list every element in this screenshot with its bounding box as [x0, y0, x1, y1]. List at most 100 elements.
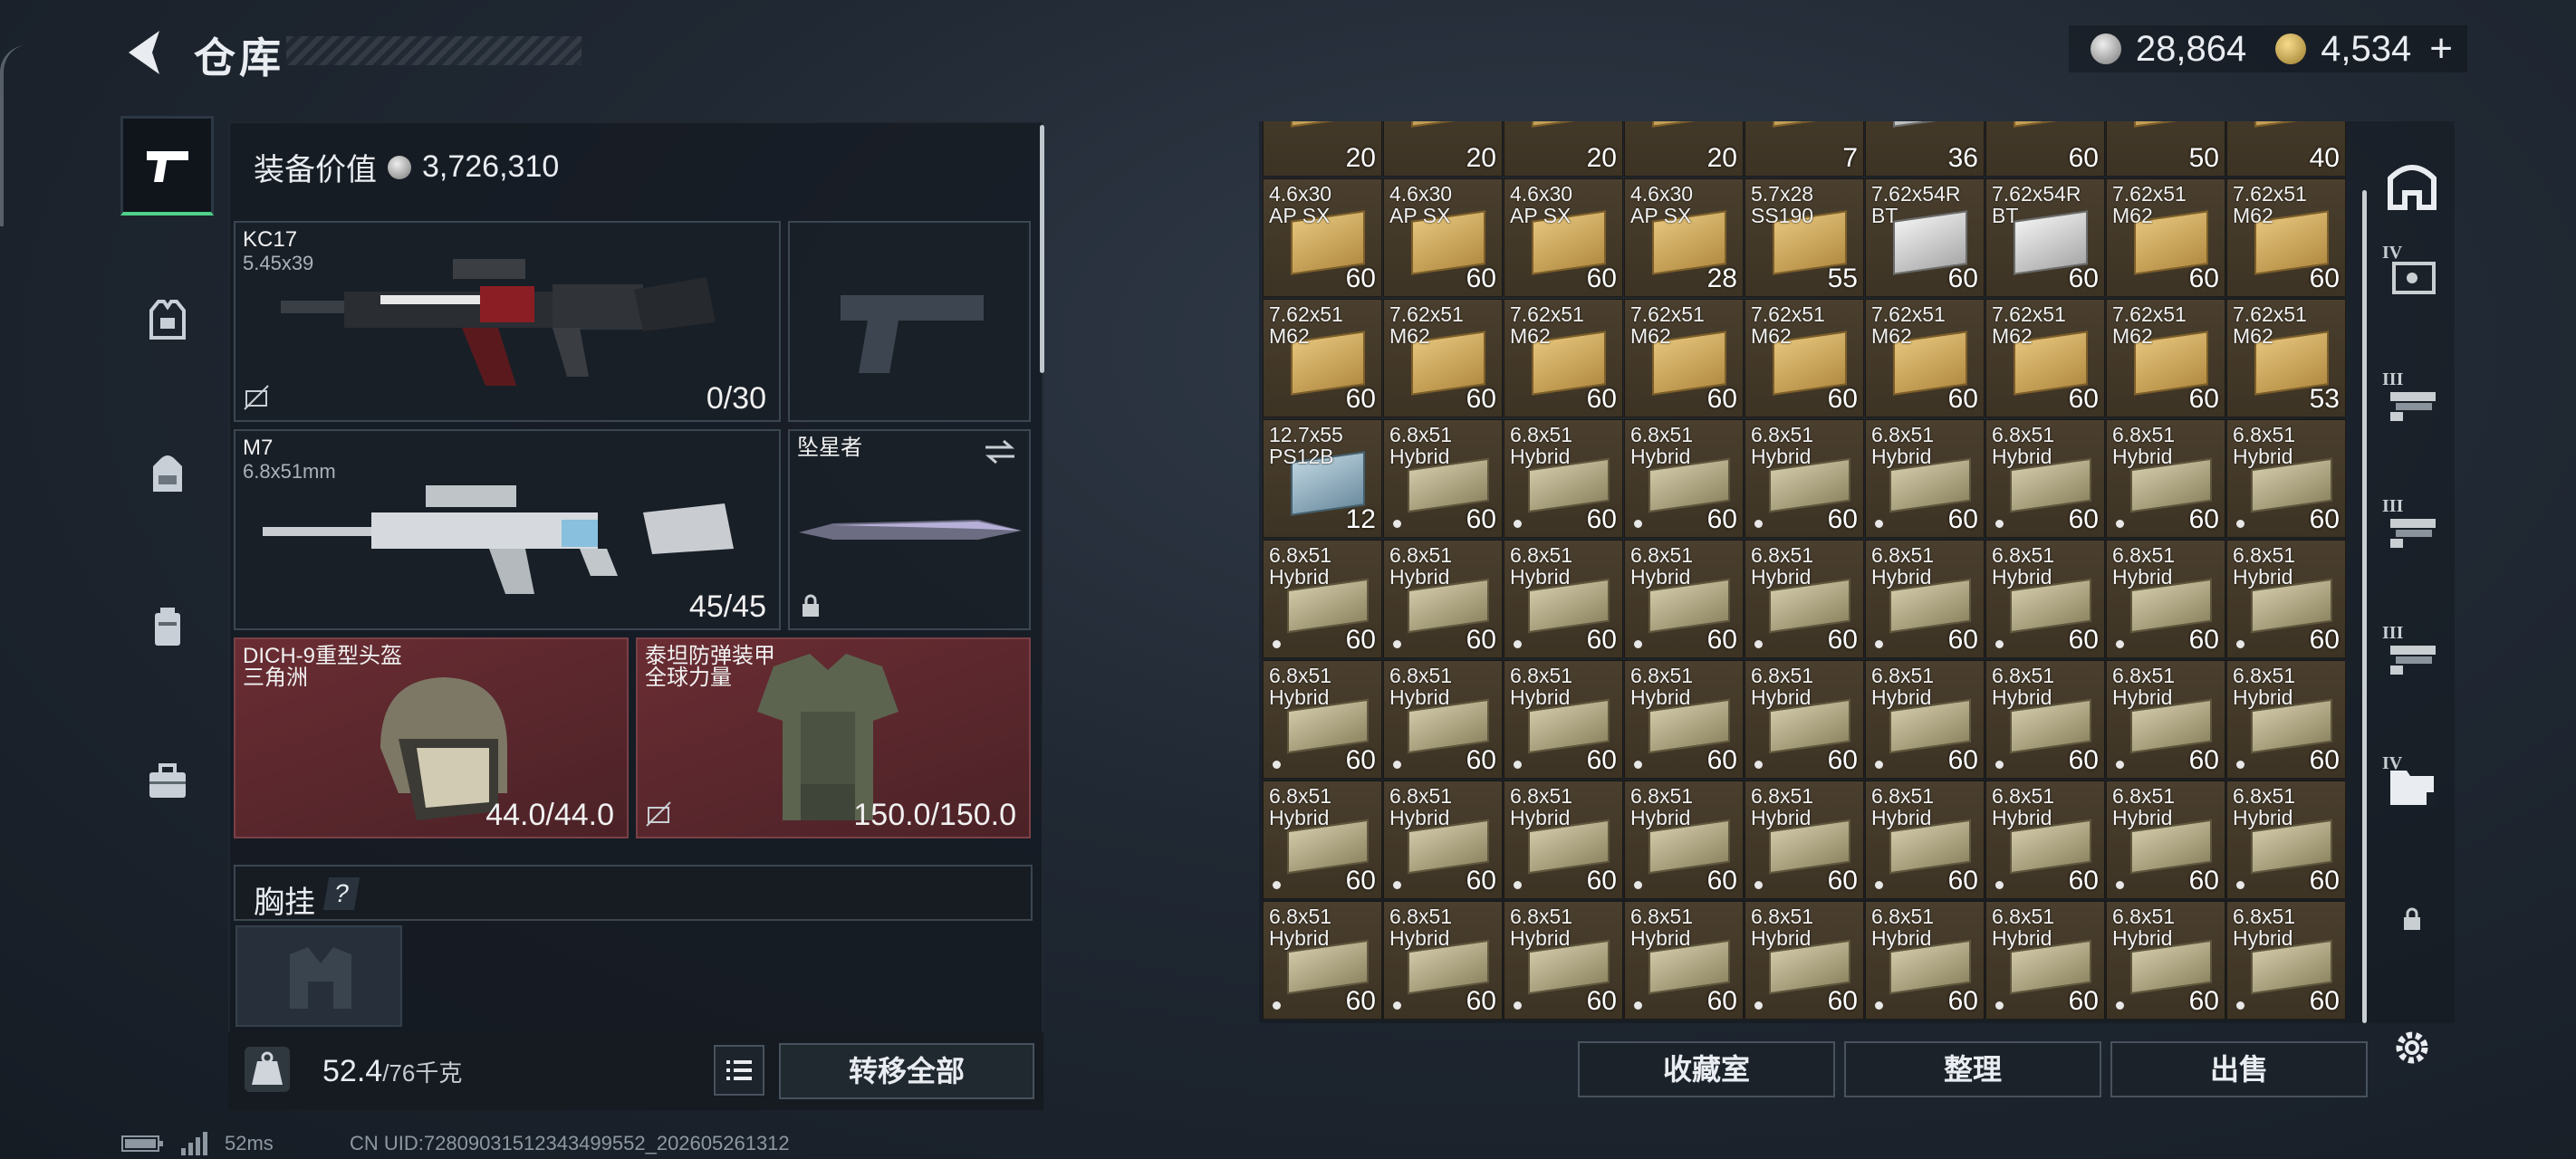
storage-cell[interactable]: 7.62x51 M62 53	[2226, 299, 2346, 417]
storage-tab-5[interactable]: IV	[2380, 753, 2444, 817]
storage-cell[interactable]: 6.8x51 Hybrid 60	[1383, 660, 1503, 779]
secondary-weapon-slot[interactable]: M7 6.8x51mm 45/45	[234, 429, 781, 630]
storage-cell[interactable]: 7.62x51 M62 60	[1745, 299, 1864, 417]
transfer-all-button[interactable]: 转移全部	[779, 1043, 1034, 1099]
storage-cell[interactable]: 6.8x51 Hybrid 60	[1985, 901, 2105, 1020]
storage-cell[interactable]: 6.8x51 Hybrid 60	[1263, 781, 1382, 899]
storage-tab-0[interactable]	[2380, 154, 2444, 217]
chest-rig-slot[interactable]	[235, 925, 402, 1027]
storage-cell[interactable]: 6.8x51 Hybrid 60	[1383, 901, 1503, 1020]
storage-cell[interactable]: 6.8x51 Hybrid 60	[1865, 901, 1985, 1020]
storage-cell[interactable]: 6.8x51 Hybrid 60	[2226, 660, 2346, 779]
melee-slot[interactable]: 坠星者	[788, 429, 1031, 630]
chest-rig-help-button[interactable]: ?	[322, 877, 360, 910]
settings-button[interactable]	[2380, 1016, 2444, 1079]
storage-cell[interactable]: 6.8x51 Hybrid 60	[1865, 781, 1985, 899]
storage-cell[interactable]: 4.6x30 AP SX 60	[1383, 178, 1503, 297]
storage-cell[interactable]: 6.8x51 Hybrid 60	[1383, 540, 1503, 658]
storage-cell[interactable]: 7.62x51 M62 60	[1985, 299, 2105, 417]
storage-cell[interactable]: 7.62x54R BT 60	[1985, 178, 2105, 297]
storage-cell[interactable]: 6.8x51 Hybrid 60	[1985, 781, 2105, 899]
storage-cell[interactable]: 6.8x51 Hybrid 60	[1624, 901, 1744, 1020]
storage-cell[interactable]: 7.62x51 M62 60	[1383, 299, 1503, 417]
storage-cell[interactable]: 7.62x54R BT 60	[1865, 178, 1985, 297]
loadout-scrollbar[interactable]	[1040, 125, 1044, 373]
storage-cell[interactable]: 6.8x51 Hybrid 60	[1745, 901, 1864, 1020]
storage-cell[interactable]: 20	[1504, 121, 1623, 177]
storage-cell[interactable]: 6.8x51 Hybrid 60	[1263, 540, 1382, 658]
storage-cell[interactable]: 6.8x51 Hybrid 60	[1504, 660, 1623, 779]
storage-cell[interactable]: 20	[1263, 121, 1382, 177]
sell-button[interactable]: 出售	[2110, 1041, 2368, 1097]
storage-cell[interactable]: 20	[1624, 121, 1744, 177]
storage-scrollbar[interactable]	[2362, 190, 2367, 1023]
collection-room-button[interactable]: 收藏室	[1578, 1041, 1835, 1097]
storage-cell[interactable]: 6.8x51 Hybrid 60	[1745, 660, 1864, 779]
storage-cell[interactable]: 6.8x51 Hybrid 60	[1865, 419, 1985, 538]
list-view-button[interactable]	[714, 1045, 764, 1096]
add-currency-button[interactable]: +	[2429, 26, 2453, 72]
storage-cell[interactable]: 6.8x51 Hybrid 60	[1504, 419, 1623, 538]
storage-cell[interactable]: 6.8x51 Hybrid 60	[1504, 540, 1623, 658]
storage-cell[interactable]: 6.8x51 Hybrid 60	[2106, 660, 2225, 779]
storage-cell[interactable]: 7.62x51 M62 60	[1504, 299, 1623, 417]
storage-tab-1[interactable]: IV	[2380, 243, 2444, 306]
storage-cell[interactable]: 7	[1745, 121, 1864, 177]
storage-cell[interactable]: 7.62x51 M62 60	[2106, 178, 2225, 297]
storage-cell[interactable]: 6.8x51 Hybrid 60	[1745, 419, 1864, 538]
storage-tab-6[interactable]	[2380, 889, 2444, 953]
storage-cell[interactable]: 20	[1383, 121, 1503, 177]
storage-cell[interactable]: 6.8x51 Hybrid 60	[1624, 660, 1744, 779]
storage-cell[interactable]: 7.62x51 M62 60	[2106, 299, 2225, 417]
storage-cell[interactable]: 6.8x51 Hybrid 60	[1865, 660, 1985, 779]
storage-cell[interactable]: 6.8x51 Hybrid 60	[2106, 901, 2225, 1020]
back-button[interactable]	[120, 25, 170, 80]
storage-cell[interactable]: 40	[2226, 121, 2346, 177]
storage-cell[interactable]: 7.62x51 M62 60	[1263, 299, 1382, 417]
storage-cell[interactable]: 6.8x51 Hybrid 60	[1263, 901, 1382, 1020]
storage-cell[interactable]: 6.8x51 Hybrid 60	[1985, 419, 2105, 538]
storage-cell[interactable]: 6.8x51 Hybrid 60	[1624, 781, 1744, 899]
storage-cell[interactable]: 6.8x51 Hybrid 60	[1263, 660, 1382, 779]
storage-cell[interactable]: 7.62x51 M62 60	[1865, 299, 1985, 417]
storage-cell[interactable]: 6.8x51 Hybrid 60	[2106, 419, 2225, 538]
storage-cell[interactable]: 50	[2106, 121, 2225, 177]
storage-cell[interactable]: 6.8x51 Hybrid 60	[2106, 781, 2225, 899]
storage-cell[interactable]: 5.7x28 SS190 55	[1745, 178, 1864, 297]
tab-backpack[interactable]	[120, 424, 214, 523]
tab-armor[interactable]	[120, 270, 214, 369]
tab-case[interactable]	[120, 732, 214, 831]
tab-weapons[interactable]	[120, 116, 214, 216]
storage-cell[interactable]: 36	[1865, 121, 1985, 177]
storage-cell[interactable]: 12.7x55 PS12B 12	[1263, 419, 1382, 538]
helmet-slot[interactable]: DICH-9重型头盔 三角洲 44.0/44.0	[234, 637, 629, 838]
storage-cell[interactable]: 6.8x51 Hybrid 60	[1624, 540, 1744, 658]
storage-tab-4[interactable]: III	[2380, 623, 2444, 686]
storage-cell[interactable]: 6.8x51 Hybrid 60	[2226, 540, 2346, 658]
storage-tab-3[interactable]: III	[2380, 496, 2444, 560]
storage-cell[interactable]: 6.8x51 Hybrid 60	[1504, 781, 1623, 899]
storage-cell[interactable]: 4.6x30 AP SX 60	[1263, 178, 1382, 297]
storage-cell[interactable]: 7.62x51 M62 60	[1624, 299, 1744, 417]
organize-button[interactable]: 整理	[1844, 1041, 2101, 1097]
storage-cell[interactable]: 6.8x51 Hybrid 60	[1985, 540, 2105, 658]
pistol-slot[interactable]	[788, 221, 1031, 422]
storage-cell[interactable]: 6.8x51 Hybrid 60	[1624, 419, 1744, 538]
body-armor-slot[interactable]: 泰坦防弹装甲 全球力量 150.0/150.0	[636, 637, 1031, 838]
storage-tab-2[interactable]: III	[2380, 369, 2444, 433]
tab-pouch[interactable]	[120, 578, 214, 677]
storage-cell[interactable]: 4.6x30 AP SX 28	[1624, 178, 1744, 297]
storage-cell[interactable]: 6.8x51 Hybrid 60	[1383, 781, 1503, 899]
storage-cell[interactable]: 6.8x51 Hybrid 60	[1985, 660, 2105, 779]
storage-cell[interactable]: 6.8x51 Hybrid 60	[1504, 901, 1623, 1020]
storage-cell[interactable]: 6.8x51 Hybrid 60	[2226, 901, 2346, 1020]
storage-cell[interactable]: 6.8x51 Hybrid 60	[1383, 419, 1503, 538]
primary-weapon-slot[interactable]: KC17 5.45x39 0/30	[234, 221, 781, 422]
storage-cell[interactable]: 6.8x51 Hybrid 60	[2106, 540, 2225, 658]
storage-cell[interactable]: 6.8x51 Hybrid 60	[2226, 781, 2346, 899]
storage-cell[interactable]: 6.8x51 Hybrid 60	[1865, 540, 1985, 658]
storage-cell[interactable]: 6.8x51 Hybrid 60	[2226, 419, 2346, 538]
storage-cell[interactable]: 7.62x51 M62 60	[2226, 178, 2346, 297]
storage-cell[interactable]: 4.6x30 AP SX 60	[1504, 178, 1623, 297]
storage-cell[interactable]: 6.8x51 Hybrid 60	[1745, 781, 1864, 899]
